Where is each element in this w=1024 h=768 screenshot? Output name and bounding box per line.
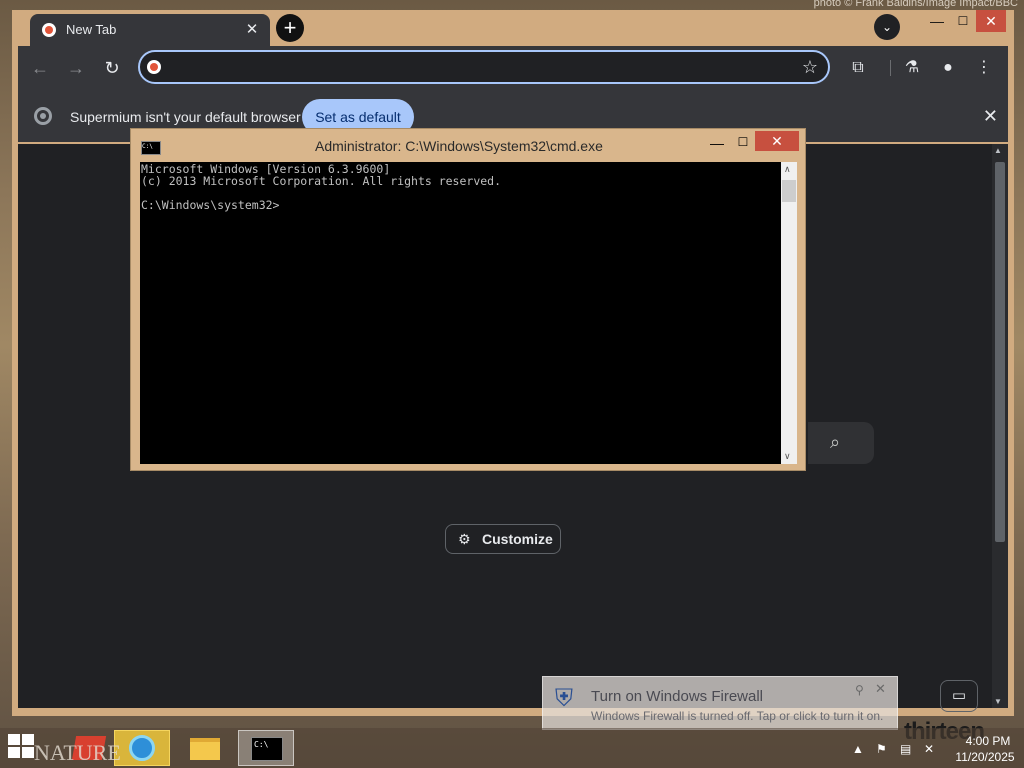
site-info-icon[interactable] [147, 60, 161, 74]
cmd-icon: C:\ [251, 737, 283, 761]
clock-date[interactable]: 11/20/2025 [952, 750, 1018, 764]
taskbar: C:\ ▲ ⚑ ▤ ✕ 4:00 PM 11/20/2025 [0, 728, 1024, 768]
console-output: Microsoft Windows [Version 6.3.9600] (c)… [141, 162, 502, 212]
action-center-flag-icon[interactable]: ⚑ [876, 742, 887, 756]
notification-close-icon[interactable]: ✕ [875, 681, 886, 697]
minimize-button[interactable]: — [924, 10, 950, 34]
tab-close-icon[interactable]: ✕ [242, 20, 262, 40]
infobar-message: Supermium isn't your default browser [70, 109, 301, 125]
taskbar-app-explorer[interactable] [176, 730, 232, 766]
scroll-down-icon[interactable]: ∨ [784, 451, 791, 462]
cmd-window: C:\ Administrator: C:\Windows\System32\c… [130, 128, 806, 471]
scroll-up-icon[interactable]: ▲ [994, 146, 1002, 155]
clock-time[interactable]: 4:00 PM [958, 734, 1018, 748]
chat-feedback-button[interactable]: ▭ [940, 680, 978, 712]
cmd-minimize-button[interactable]: — [705, 135, 729, 151]
network-icon[interactable]: ▤ [900, 742, 911, 756]
taskbar-app-browser[interactable] [114, 730, 170, 766]
cmd-close-button[interactable]: ✕ [755, 131, 799, 151]
shield-icon: ⛨ [555, 685, 573, 712]
tray-expand-icon[interactable]: ▲ [852, 742, 864, 756]
pin-icon[interactable]: ⚲ [855, 683, 864, 697]
bookmark-star-icon[interactable]: ☆ [802, 57, 818, 78]
notification-title: Turn on Windows Firewall [591, 688, 763, 705]
tab-strip: New Tab ✕ + ⌄ — ☐ ✕ [12, 10, 1014, 46]
cmd-scroll-thumb[interactable] [782, 180, 796, 202]
taskbar-app-cmd[interactable]: C:\ [238, 730, 294, 766]
back-button[interactable]: ← [28, 56, 52, 80]
tab-search-button[interactable]: ⌄ [874, 14, 900, 40]
cmd-window-title: Administrator: C:\Windows\System32\cmd.e… [315, 138, 603, 154]
folder-icon [190, 738, 220, 760]
menu-kebab-icon[interactable]: ⋮ [972, 56, 996, 80]
cmd-scrollbar[interactable]: ∧ ∨ [781, 162, 797, 464]
customize-sliders-icon: ⚙ [458, 531, 471, 547]
omnibox[interactable]: ☆ [138, 50, 830, 84]
tab-title: New Tab [66, 22, 117, 37]
toolbar-divider [890, 60, 891, 76]
customize-label: Customize [482, 531, 553, 547]
scroll-down-icon[interactable]: ▼ [994, 697, 1002, 706]
volume-muted-icon[interactable]: ✕ [924, 742, 934, 756]
forward-button[interactable]: → [64, 56, 88, 80]
photo-credit: photo © Frank Baldins/Image Impact/BBC [813, 0, 1018, 9]
maximize-button[interactable]: ☐ [950, 10, 976, 34]
browser-globe-icon [129, 735, 155, 761]
nature-wordmark: NATURE [34, 740, 121, 765]
chrome-logo-icon [34, 107, 52, 125]
close-window-button[interactable]: ✕ [976, 10, 1006, 32]
cmd-app-icon[interactable]: C:\ [141, 141, 161, 155]
reload-button[interactable]: ↻ [100, 56, 124, 80]
page-scrollbar[interactable]: ▲ ▼ [992, 144, 1008, 708]
supermium-favicon-icon [42, 23, 56, 37]
cmd-console[interactable]: Microsoft Windows [Version 6.3.9600] (c)… [140, 162, 781, 464]
new-tab-button[interactable]: + [276, 14, 304, 42]
scroll-thumb[interactable] [995, 162, 1005, 542]
search-icon[interactable]: ⌕ [830, 432, 850, 452]
labs-flask-icon[interactable]: ⚗ [900, 56, 924, 80]
browser-toolbar: ← → ↻ ☆ ⧉ ⚗ ● ⋮ [18, 46, 1008, 90]
tab-new-tab[interactable]: New Tab ✕ [30, 14, 270, 46]
address-input[interactable] [170, 57, 774, 79]
profile-avatar-icon[interactable]: ● [936, 56, 960, 80]
firewall-notification[interactable]: ⛨ Turn on Windows Firewall Windows Firew… [542, 676, 898, 730]
customize-button[interactable]: ⚙ Customize [445, 524, 561, 554]
infobar-close-icon[interactable]: ✕ [983, 106, 998, 127]
extensions-icon[interactable]: ⧉ [846, 56, 870, 80]
ntp-search-box[interactable]: ⌕ [808, 422, 874, 464]
scroll-up-icon[interactable]: ∧ [784, 164, 791, 175]
notification-body: Windows Firewall is turned off. Tap or c… [591, 709, 884, 723]
cmd-maximize-button[interactable]: ☐ [731, 135, 755, 149]
